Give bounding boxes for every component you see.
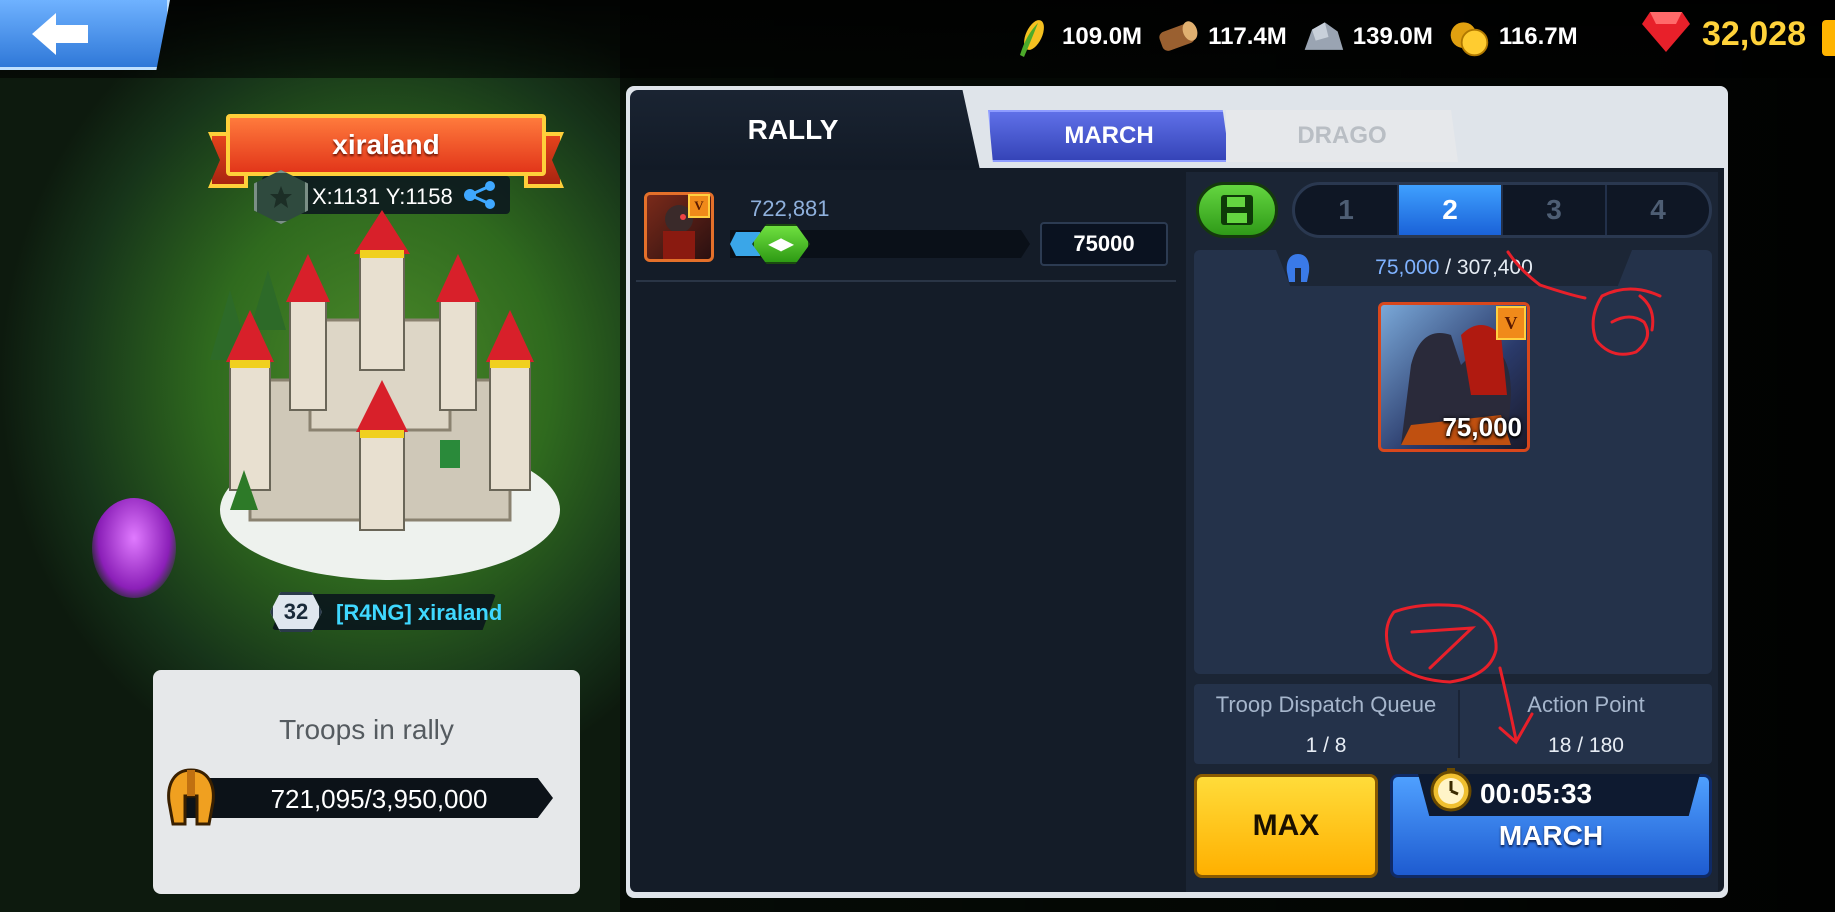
banner-ribbon: xiraland: [226, 114, 546, 176]
purple-crystal: [92, 498, 176, 598]
gem-balance[interactable]: 32,028: [1640, 10, 1806, 59]
formation-slot-tabs: 1 2 3 4: [1292, 182, 1712, 238]
troops-in-rally-count: 721,095/3,950,000: [270, 784, 488, 814]
troop-quantity-value: 75000: [1073, 231, 1135, 256]
gem-amount: 32,028: [1702, 15, 1806, 53]
capacity-separator: /: [1439, 256, 1457, 279]
castle-level-badge: 32: [270, 592, 322, 632]
capacity-max: 307,400: [1456, 256, 1533, 279]
resource-food[interactable]: 109.0M: [1010, 15, 1142, 59]
tab-march[interactable]: MARCH: [988, 110, 1230, 162]
castle-image: [210, 210, 560, 580]
dispatch-queue-value: 1 / 8: [1305, 734, 1347, 757]
resource-wood[interactable]: 117.4M: [1156, 15, 1287, 59]
slot-label: 4: [1650, 194, 1666, 225]
tab-rally[interactable]: RALLY: [630, 90, 980, 170]
castle-owner-name[interactable]: [R4NG] xiraland: [336, 600, 502, 626]
march-button-label: MARCH: [1498, 820, 1604, 851]
castle-coordinates[interactable]: X:1131 Y:1158: [312, 184, 453, 210]
troop-tier-badge: V: [1496, 306, 1526, 340]
tab-rally-label: RALLY: [747, 114, 839, 145]
troop-quantity-input[interactable]: 75000: [1040, 222, 1168, 266]
slot-tab-1[interactable]: 1: [1295, 185, 1399, 235]
capacity-current: 75,000: [1375, 256, 1440, 279]
troops-in-rally-card: Troops in rally 721,095/3,950,000: [153, 670, 580, 894]
wood-amount: 117.4M: [1208, 23, 1287, 50]
dispatch-queue-label: Troop Dispatch Queue: [1215, 692, 1437, 717]
slot-label: 3: [1546, 194, 1562, 225]
resource-gold[interactable]: 116.7M: [1447, 15, 1578, 59]
share-icon[interactable]: [462, 180, 498, 210]
gold-amount: 116.7M: [1498, 23, 1578, 50]
max-button[interactable]: MAX: [1194, 774, 1378, 878]
hero-tier: V: [694, 198, 704, 213]
save-formation-button[interactable]: [1196, 182, 1278, 238]
troop-tile-count: 75,000: [1442, 412, 1522, 442]
stopwatch-icon: [1430, 768, 1472, 812]
max-button-label: MAX: [1252, 809, 1320, 842]
slot-tab-4[interactable]: 4: [1607, 185, 1709, 235]
slider-arrows-icon: ◀▶: [768, 236, 794, 253]
slot-label: 1: [1338, 194, 1354, 225]
hero-tier-badge: V: [688, 194, 710, 218]
wood-log-icon: [1156, 15, 1200, 59]
ruby-gem-icon: [1640, 10, 1692, 59]
stone-icon: [1301, 15, 1345, 59]
castle-level: 32: [283, 599, 309, 624]
troop-tier: V: [1504, 312, 1518, 333]
hero-power: 722,881: [750, 196, 830, 221]
action-point-value: 18 / 180: [1548, 734, 1624, 757]
resource-stone[interactable]: 139.0M: [1301, 15, 1433, 59]
gold-helmet-icon: [167, 768, 215, 826]
stone-amount: 139.0M: [1352, 23, 1433, 50]
troops-in-rally-title: Troops in rally: [279, 714, 454, 745]
save-disk-icon: [1221, 195, 1253, 225]
march-travel-time: 00:05:33: [1480, 778, 1593, 809]
back-arrow-icon: [31, 12, 88, 55]
gold-coins-icon: [1447, 15, 1491, 59]
resource-bar: 109.0M 117.4M 139.0M 116.7M: [1010, 12, 1578, 62]
tab-drago-label: DRAGO: [1297, 122, 1387, 149]
corn-icon: [1010, 15, 1054, 59]
action-point-label: Action Point: [1527, 692, 1645, 717]
gem-shop-tab[interactable]: [1822, 20, 1835, 56]
row-divider: [636, 280, 1176, 282]
slot-tab-3[interactable]: 3: [1503, 185, 1607, 235]
slot-tab-2[interactable]: 2: [1399, 185, 1503, 235]
march-capacity: 75,000 / 307,400: [1276, 256, 1632, 280]
slot-label: 2: [1442, 194, 1458, 225]
back-button[interactable]: [0, 0, 170, 70]
castle-name: xiraland: [332, 129, 440, 160]
tab-march-label: MARCH: [1064, 122, 1154, 149]
tab-drago[interactable]: DRAGO: [1226, 110, 1458, 162]
food-amount: 109.0M: [1062, 23, 1143, 50]
